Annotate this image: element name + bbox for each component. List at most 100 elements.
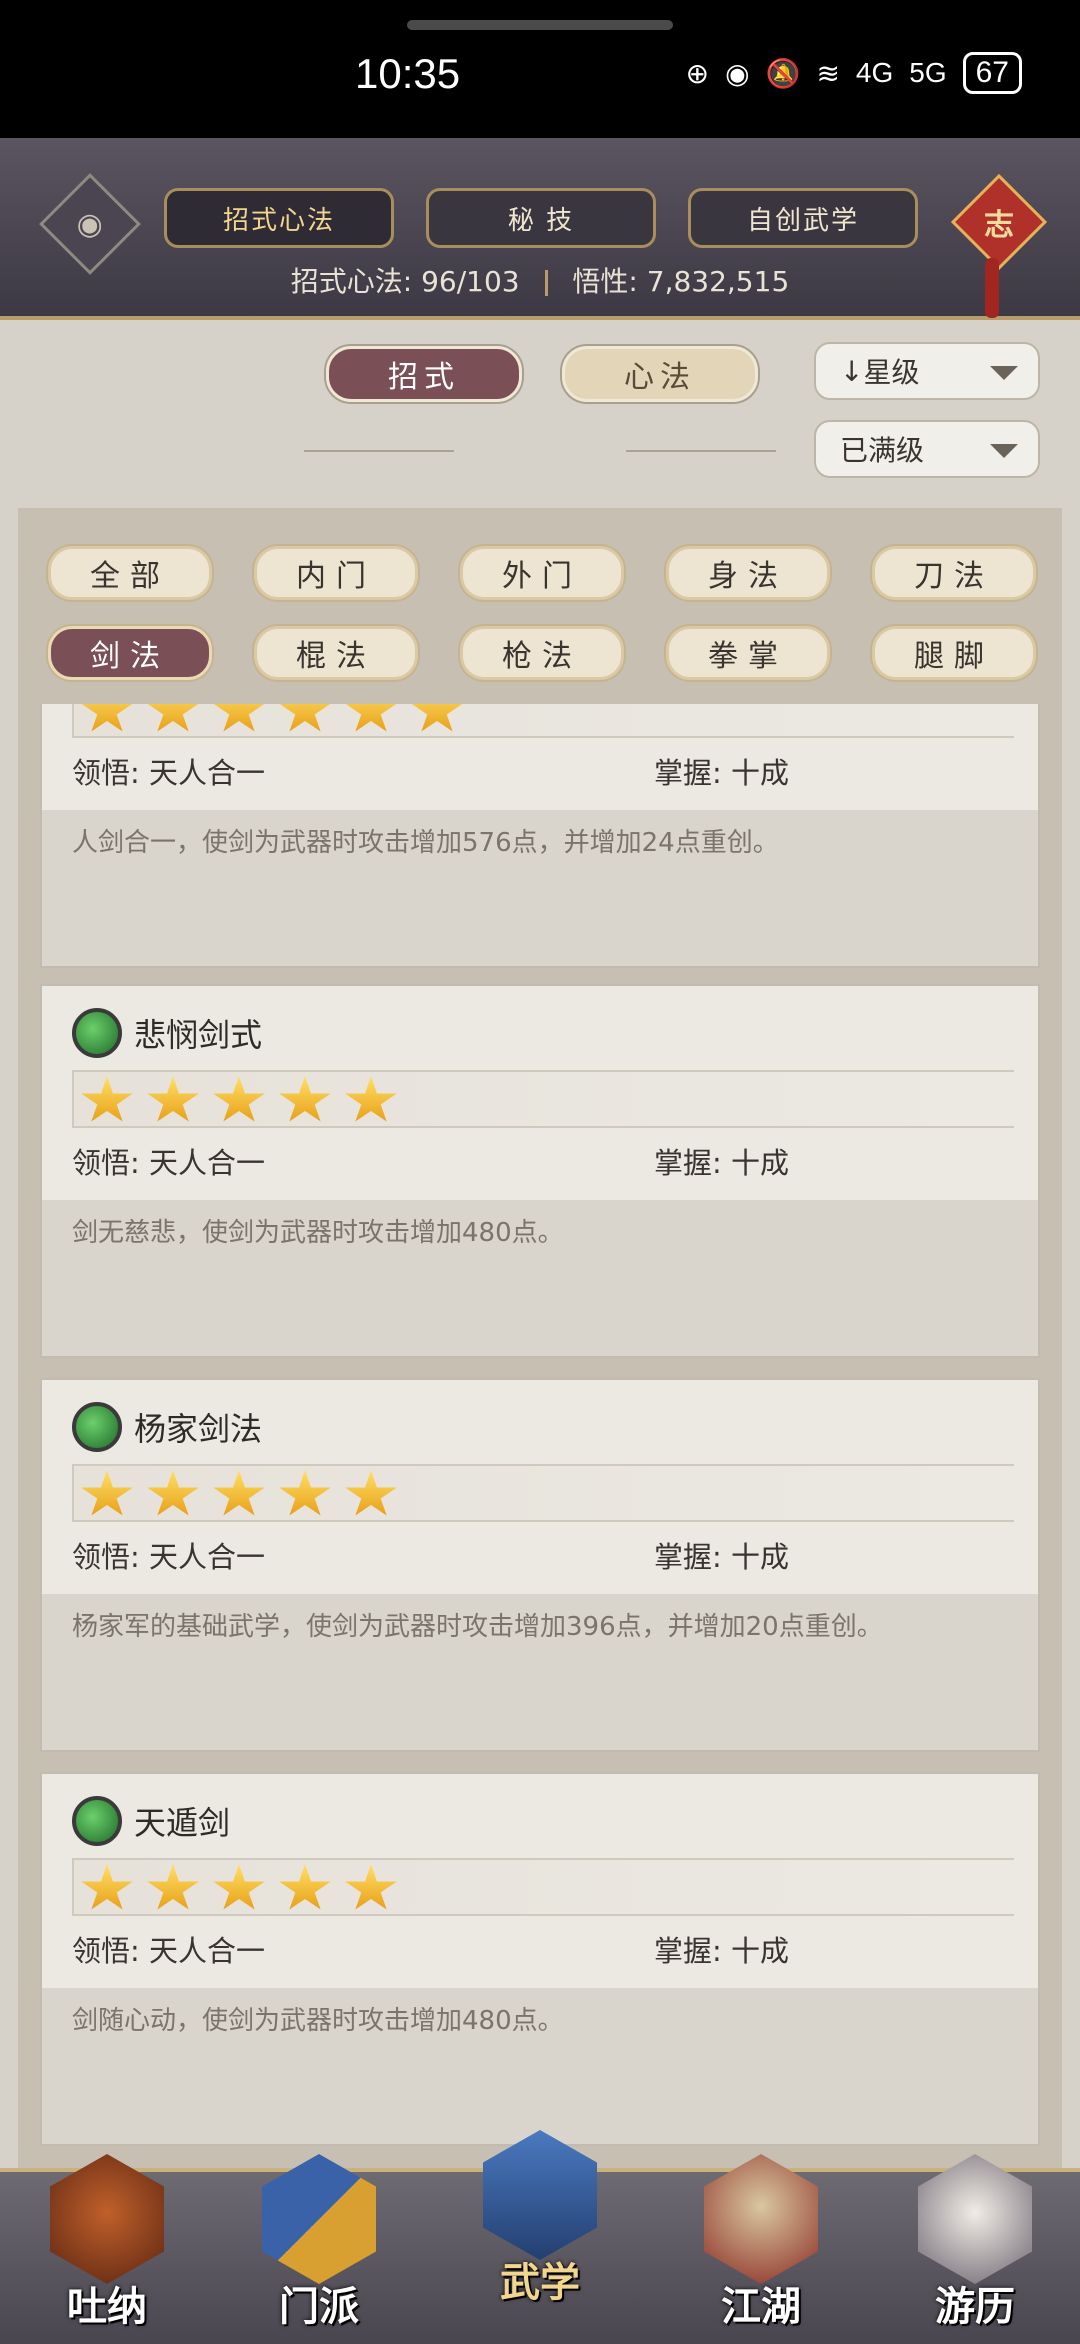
hd-icon: ⊕ xyxy=(685,57,710,89)
nav-label: 游历 xyxy=(935,2283,1015,2330)
toggle-moves[interactable]: 招式 xyxy=(326,346,522,402)
nav-label: 武学 xyxy=(500,2259,580,2306)
star-icon xyxy=(279,1076,331,1122)
comprehension: 领悟: 天人合一 xyxy=(72,1928,265,1970)
star-icon xyxy=(213,704,265,732)
category-sword[interactable]: 剑法 xyxy=(48,626,212,680)
star-rating xyxy=(80,704,464,736)
notch xyxy=(407,20,673,30)
skill-card[interactable]: 悲悯剑式 领悟: 天人合一 掌握: 十成 剑无慈悲，使剑为武器时攻击增加480点… xyxy=(40,984,1040,1358)
star-icon xyxy=(213,1470,265,1516)
toggle-arts[interactable]: 心法 xyxy=(562,346,758,402)
comprehension: 领悟: 天人合一 xyxy=(72,1140,265,1182)
header-bar: ◉ 招式心法 秘 技 自创武学 志 招式心法: 96/103 悟性: 7,832… xyxy=(0,138,1080,320)
tab-secret-skills[interactable]: 秘 技 xyxy=(426,188,656,248)
star-bar xyxy=(72,1858,1014,1916)
star-rating xyxy=(80,1076,398,1126)
comprehension-label: 领悟: xyxy=(72,1934,140,1968)
skill-card[interactable]: 杨家剑法 领悟: 天人合一 掌握: 十成 杨家军的基础武学，使剑为武器时攻击增加… xyxy=(40,1378,1040,1752)
star-icon xyxy=(147,1076,199,1122)
category-all[interactable]: 全部 xyxy=(48,546,212,600)
status-icons: ⊕ ◉ 🔕 ≋ 4G 5G 67 xyxy=(686,52,1022,94)
nav-martial-arts[interactable]: 武学 xyxy=(465,2130,615,2316)
category-spear[interactable]: 枪法 xyxy=(460,626,624,680)
category-staff[interactable]: 棍法 xyxy=(254,626,418,680)
star-icon xyxy=(345,1076,397,1122)
tab-moves-and-arts[interactable]: 招式心法 xyxy=(164,188,394,248)
category-footwork[interactable]: 身法 xyxy=(666,546,830,600)
skill-card[interactable]: 天遁剑 领悟: 天人合一 掌握: 十成 剑随心动，使剑为武器时攻击增加480点。 xyxy=(40,1772,1040,2146)
status-bar: 10:35 ⊕ ◉ 🔕 ≋ 4G 5G 67 xyxy=(0,0,1080,138)
mastery: 掌握: 十成 xyxy=(654,1140,789,1182)
chinese-knot-button[interactable]: 志 xyxy=(950,173,1048,271)
skill-description: 剑随心动，使剑为武器时攻击增加480点。 xyxy=(72,2006,564,2036)
star-icon xyxy=(147,1864,199,1910)
sort-arrow-icon: ↓ xyxy=(840,354,864,388)
ornament-divider-right xyxy=(626,450,776,452)
mastery-label: 掌握: xyxy=(654,1934,722,1968)
mastery: 掌握: 十成 xyxy=(654,1534,789,1576)
star-icon xyxy=(81,704,133,732)
star-rating xyxy=(80,1470,398,1520)
ornament-divider-left xyxy=(304,450,454,452)
chevron-down-icon xyxy=(990,444,1018,458)
skill-card[interactable]: 领悟: 天人合一 掌握: 十成 人剑合一，使剑为武器时攻击增加576点，并增加2… xyxy=(40,704,1040,968)
insight-value: 7,832,515 xyxy=(646,265,790,298)
comprehension-value: 天人合一 xyxy=(149,1146,266,1180)
nav-label: 吐纳 xyxy=(67,2283,147,2330)
mastery: 掌握: 十成 xyxy=(654,750,789,792)
category-inner[interactable]: 内门 xyxy=(254,546,418,600)
sword-skill-icon xyxy=(72,1402,122,1452)
skill-name: 杨家剑法 xyxy=(134,1410,263,1448)
star-bar xyxy=(72,1070,1014,1128)
skill-list[interactable]: 领悟: 天人合一 掌握: 十成 人剑合一，使剑为武器时攻击增加576点，并增加2… xyxy=(40,704,1040,2150)
moves-count-label: 招式心法: xyxy=(290,265,413,298)
insight-label: 悟性: xyxy=(572,265,638,298)
nav-sect[interactable]: 门派 xyxy=(244,2154,394,2340)
mastery-value: 十成 xyxy=(731,1540,790,1574)
straw-hat-icon xyxy=(704,2154,818,2284)
signal-4g: 4G xyxy=(855,57,894,88)
comprehension: 领悟: 天人合一 xyxy=(72,1534,265,1576)
eye-icon: ◉ xyxy=(76,206,104,242)
nav-breathing[interactable]: 吐纳 xyxy=(32,2154,182,2340)
nav-jianghu[interactable]: 江湖 xyxy=(686,2154,836,2340)
star-bar xyxy=(72,1464,1014,1522)
category-outer[interactable]: 外门 xyxy=(460,546,624,600)
mastery-value: 十成 xyxy=(731,756,790,790)
comprehension: 领悟: 天人合一 xyxy=(72,750,265,792)
category-blade[interactable]: 刀法 xyxy=(872,546,1036,600)
skill-description: 人剑合一，使剑为武器时攻击增加576点，并增加24点重创。 xyxy=(72,828,779,858)
mastery-label: 掌握: xyxy=(654,756,722,790)
star-rating xyxy=(80,1864,398,1914)
nav-label: 门派 xyxy=(279,2283,359,2330)
wifi-icon: ≋ xyxy=(816,57,840,89)
eye-icon: ◉ xyxy=(725,57,750,89)
skill-description: 剑无慈悲，使剑为武器时攻击增加480点。 xyxy=(72,1218,564,1248)
star-icon xyxy=(345,1864,397,1910)
star-icon xyxy=(411,704,463,732)
comprehension-value: 天人合一 xyxy=(149,1540,266,1574)
nav-travel[interactable]: 游历 xyxy=(900,2154,1050,2340)
skill-name: 天遁剑 xyxy=(134,1804,231,1842)
star-icon xyxy=(345,1470,397,1516)
star-icon xyxy=(147,1470,199,1516)
category-leg[interactable]: 腿脚 xyxy=(872,626,1036,680)
skill-name: 悲悯剑式 xyxy=(134,1016,263,1054)
comprehension-value: 天人合一 xyxy=(149,1934,266,1968)
sort-dropdown[interactable]: ↓ 星级 xyxy=(814,342,1040,400)
knot-char: 志 xyxy=(984,208,1014,243)
filter-dropdown[interactable]: 已满级 xyxy=(814,420,1040,478)
moves-count-value: 96/103 xyxy=(421,265,520,298)
skill-description: 杨家军的基础武学，使剑为武器时攻击增加396点，并增加20点重创。 xyxy=(72,1612,883,1642)
clock: 10:35 xyxy=(355,50,461,97)
filter-label: 已满级 xyxy=(840,434,925,467)
tab-custom-arts[interactable]: 自创武学 xyxy=(688,188,918,248)
mastery-value: 十成 xyxy=(731,1146,790,1180)
star-icon xyxy=(147,704,199,732)
star-icon xyxy=(279,1864,331,1910)
sword-skill-icon xyxy=(72,1796,122,1846)
category-fist[interactable]: 拳掌 xyxy=(666,626,830,680)
mute-icon: 🔕 xyxy=(765,57,801,89)
star-icon xyxy=(81,1076,133,1122)
